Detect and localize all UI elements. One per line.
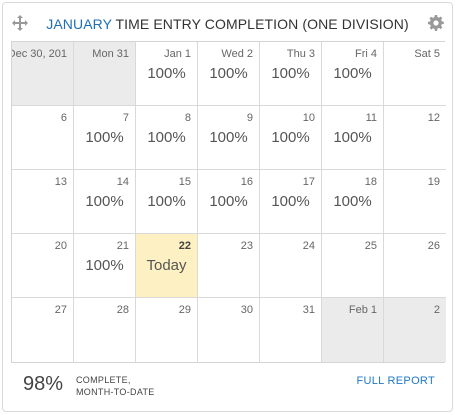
calendar-cell[interactable]: 2 [384, 298, 446, 362]
calendar-cell[interactable]: 14 100% [74, 170, 136, 234]
calendar-day-label: Jan 1 [164, 48, 191, 60]
calendar-cell[interactable]: 28 [74, 298, 136, 362]
calendar-cell[interactable]: 31 [260, 298, 322, 362]
calendar-day-value: 100% [147, 65, 186, 82]
calendar-day-value: 100% [209, 193, 248, 210]
calendar-cell[interactable]: 27 [12, 298, 74, 362]
calendar-day-label: 25 [364, 240, 377, 252]
completion-label-line1: COMPLETE, [76, 375, 131, 385]
calendar-day-label: 11 [365, 112, 377, 124]
calendar-cell[interactable]: 30 [198, 298, 260, 362]
calendar-cell[interactable]: Fri 4 100% [322, 42, 384, 106]
calendar-day-value: 100% [333, 129, 372, 146]
calendar-cell[interactable]: 13 [12, 170, 74, 234]
calendar-day-label: Sat 5 [414, 48, 440, 60]
calendar-cell[interactable]: 25 [322, 234, 384, 298]
calendar-cell[interactable]: 29 [136, 298, 198, 362]
calendar-cell[interactable]: 23 [198, 234, 260, 298]
calendar-cell[interactable]: Wed 2 100% [198, 42, 260, 106]
calendar-day-value: 100% [333, 65, 372, 82]
calendar-cell[interactable]: 16 100% [198, 170, 260, 234]
calendar-day-label: 29 [178, 304, 191, 316]
calendar-cell[interactable]: 24 [260, 234, 322, 298]
calendar-cell[interactable]: 19 [384, 170, 446, 234]
calendar-day-label: 2 [433, 304, 440, 316]
calendar-day-value: Today [146, 257, 187, 274]
calendar-day-label: 16 [240, 176, 253, 188]
calendar-day-label: 6 [60, 112, 67, 124]
calendar-cell[interactable]: 10 100% [260, 106, 322, 170]
calendar-day-label: 8 [184, 112, 191, 124]
calendar-cell[interactable]: 6 [12, 106, 74, 170]
calendar-day-value: 100% [85, 193, 124, 210]
title-month: JANUARY [46, 16, 112, 32]
calendar-day-label: 23 [240, 240, 253, 252]
calendar-day-value: 100% [271, 193, 310, 210]
calendar-cell[interactable]: Sat 5 [384, 42, 446, 106]
calendar-day-value: 100% [209, 129, 248, 146]
calendar-cell[interactable]: 8 100% [136, 106, 198, 170]
calendar-day-label: 12 [427, 112, 440, 124]
calendar-day-label: 9 [246, 112, 253, 124]
calendar-day-label: 21 [116, 240, 129, 252]
calendar-day-label: Mon 31 [92, 48, 129, 60]
calendar-cell[interactable]: 7 100% [74, 106, 136, 170]
calendar-day-label: 27 [54, 304, 67, 316]
calendar-day-label: Feb 1 [348, 304, 377, 316]
calendar-day-label: 15 [178, 176, 191, 188]
calendar-day-label: 31 [302, 304, 315, 316]
calendar-day-value: 100% [85, 129, 124, 146]
calendar-cell[interactable]: Thu 3 100% [260, 42, 322, 106]
calendar-day-label: 17 [302, 176, 315, 188]
calendar-day-value: 100% [147, 129, 186, 146]
calendar-cell[interactable]: 12 [384, 106, 446, 170]
calendar-grid: Dec 30, 201 Mon 31 Jan 1 100% Wed 2 100% Thu 3… [11, 41, 446, 363]
calendar-cell[interactable]: Feb 1 [322, 298, 384, 362]
calendar-cell-today[interactable]: 22 Today [136, 234, 198, 298]
calendar-day-label: 26 [427, 240, 440, 252]
full-report-link[interactable]: FULL REPORT [357, 375, 436, 387]
calendar-day-label: Dec 30, 201 [12, 48, 67, 60]
calendar-day-label: 28 [116, 304, 129, 316]
completion-label: COMPLETE, MONTH-TO-DATE [76, 374, 155, 398]
calendar-day-label: 22 [178, 240, 191, 252]
completion-percent: 98% [23, 373, 64, 395]
calendar-day-label: 7 [122, 112, 129, 124]
calendar-cell[interactable]: 15 100% [136, 170, 198, 234]
title-rest: TIME ENTRY COMPLETION (ONE DIVISION) [111, 16, 409, 32]
time-entry-widget: JANUARY TIME ENTRY COMPLETION (ONE DIVIS… [2, 2, 453, 412]
calendar-day-label: Wed 2 [221, 48, 253, 60]
calendar-cell[interactable]: 26 [384, 234, 446, 298]
calendar-day-label: 18 [364, 176, 377, 188]
calendar-cell[interactable]: 21 100% [74, 234, 136, 298]
calendar-cell[interactable]: 11 100% [322, 106, 384, 170]
completion-label-line2: MONTH-TO-DATE [76, 387, 155, 397]
calendar-cell[interactable]: 17 100% [260, 170, 322, 234]
calendar-cell[interactable]: Mon 31 [74, 42, 136, 106]
calendar-day-label: 14 [116, 176, 129, 188]
calendar-day-value: 100% [333, 193, 372, 210]
calendar-cell[interactable]: 18 100% [322, 170, 384, 234]
calendar-day-label: 13 [54, 176, 67, 188]
calendar-cell[interactable]: Jan 1 100% [136, 42, 198, 106]
calendar-cell[interactable]: 20 [12, 234, 74, 298]
calendar-day-label: Thu 3 [286, 48, 315, 60]
calendar-day-value: 100% [209, 65, 248, 82]
calendar-day-label: 19 [427, 176, 440, 188]
calendar-day-label: 20 [54, 240, 67, 252]
calendar-day-value: 100% [271, 129, 310, 146]
calendar-day-value: 100% [271, 65, 310, 82]
calendar-day-label: 30 [240, 304, 253, 316]
calendar-day-label: Fri 4 [355, 48, 377, 60]
calendar-day-value: 100% [85, 257, 124, 274]
calendar-day-label: 10 [302, 112, 315, 124]
widget-title: JANUARY TIME ENTRY COMPLETION (ONE DIVIS… [3, 16, 452, 32]
gear-icon[interactable] [428, 15, 444, 31]
calendar-cell[interactable]: Dec 30, 201 [12, 42, 74, 106]
calendar-cell[interactable]: 9 100% [198, 106, 260, 170]
calendar-day-value: 100% [147, 193, 186, 210]
calendar-day-label: 24 [302, 240, 315, 252]
